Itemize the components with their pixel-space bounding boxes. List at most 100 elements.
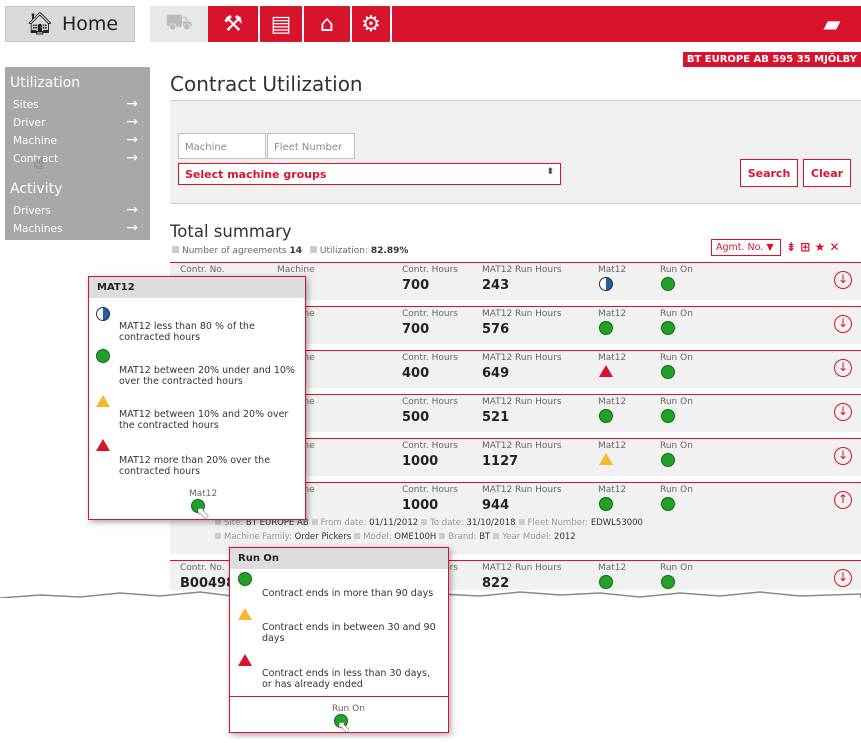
arrow-right-icon: →	[126, 202, 138, 218]
green-circle-icon[interactable]	[661, 321, 675, 335]
house-settings-icon[interactable]: ⌂	[304, 6, 350, 42]
pointer-cursor-icon: ⬉	[196, 503, 210, 522]
green-circle-icon[interactable]	[661, 409, 675, 423]
contract-hours: 1000	[402, 454, 439, 469]
legend-entry: Contract ends in between 30 and 90 days	[262, 622, 436, 644]
runon-popup-footer: Run On	[332, 704, 365, 714]
legend-entry: MAT12 between 10% and 20% over the contr…	[119, 409, 289, 431]
filter-panel: Machine Fleet Number Select machine grou…	[170, 100, 861, 204]
half-circle-icon	[96, 307, 110, 321]
contract-hours: 400	[402, 366, 430, 381]
remove-filter-icon[interactable]: ✕	[829, 240, 839, 254]
mat12-legend-popup: MAT12 MAT12 less than 80 % of the contra…	[88, 276, 306, 520]
sidebar-item-contract[interactable]: Contract →	[13, 151, 138, 165]
sidebar-item-drivers[interactable]: Drivers →	[13, 202, 138, 218]
home-icon: 🏠︎	[26, 11, 54, 37]
mat12-run-hours: 243	[482, 278, 510, 293]
red-triangle-icon[interactable]	[599, 365, 613, 377]
half-circle-icon[interactable]	[599, 277, 613, 291]
expand-icon[interactable]: ↓	[834, 271, 852, 289]
mat12-run-hours: 649	[482, 366, 510, 381]
mat12-popup-footer: Mat12	[189, 489, 218, 499]
col-label-run-on: Run On	[660, 353, 693, 363]
contract-hours: 700	[402, 322, 430, 337]
col-label-mat12-hours: MAT12 Run Hours	[482, 485, 562, 495]
green-circle-icon[interactable]	[661, 497, 675, 511]
legend-entry: MAT12 more than 20% over the contracted …	[119, 455, 271, 477]
col-label-run-on: Run On	[660, 309, 693, 319]
yellow-triangle-icon[interactable]	[599, 453, 613, 465]
home-button[interactable]: 🏠︎ Home	[5, 6, 135, 42]
green-circle-icon[interactable]	[661, 365, 675, 379]
add-icon[interactable]: ⊞	[800, 240, 810, 254]
sidebar-section-activity: Activity	[10, 181, 63, 197]
col-label-contr-hours: Contr. Hours	[402, 485, 458, 495]
legend-entry: MAT12 between 20% under and 10% over the…	[119, 365, 295, 387]
sidebar-item-driver[interactable]: Driver →	[13, 114, 138, 130]
col-label-contr-hours: Contr. Hours	[402, 441, 458, 451]
star-icon[interactable]: ★	[815, 240, 826, 254]
mat12-run-hours: 1127	[482, 454, 519, 469]
col-label-mat12: Mat12	[598, 485, 627, 495]
red-triangle-icon	[238, 654, 252, 666]
green-circle-icon	[238, 572, 252, 586]
search-button[interactable]: Search	[740, 159, 798, 187]
col-label-mat12: Mat12	[598, 353, 627, 363]
machine-groups-select[interactable]: Select machine groups ⬍	[178, 163, 561, 185]
mat12-popup-title: MAT12	[89, 277, 305, 298]
col-label-contr-no: Contr. No.	[180, 265, 225, 275]
runon-legend-popup: Run On Contract ends in more than 90 day…	[229, 547, 449, 733]
truck-tools-icon[interactable]: ⚒	[208, 6, 258, 42]
col-label-mat12: Mat12	[598, 265, 627, 275]
pointer-cursor-icon: ⬉	[337, 717, 351, 736]
legend-entry: Contract ends in more than 90 days	[262, 588, 434, 599]
green-circle-icon[interactable]	[599, 497, 613, 511]
hand-cursor-icon: ☝	[34, 153, 44, 172]
col-label-contr-hours: Contr. Hours	[402, 265, 458, 275]
expand-icon[interactable]: ↓	[834, 403, 852, 421]
arrow-right-icon: →	[126, 114, 138, 130]
yellow-triangle-icon	[238, 608, 252, 620]
gears-icon[interactable]: ⚙	[352, 6, 390, 42]
runon-popup-title: Run On	[230, 548, 448, 569]
expand-icon[interactable]: ↓	[834, 315, 852, 333]
page-title: Contract Utilization	[170, 72, 363, 96]
col-label-mat12-hours: MAT12 Run Hours	[482, 563, 562, 573]
red-triangle-icon	[96, 439, 110, 451]
contract-hours: 700	[402, 278, 430, 293]
green-circle-icon[interactable]	[599, 409, 613, 423]
contract-hours: 1000	[402, 498, 439, 513]
green-circle-icon[interactable]	[661, 277, 675, 291]
green-circle-icon	[96, 349, 110, 363]
document-icon[interactable]: ▤	[260, 6, 302, 42]
sidebar-item-sites[interactable]: Sites →	[13, 97, 138, 111]
sidebar-item-machine[interactable]: Machine →	[13, 133, 138, 147]
col-label-run-on: Run On	[660, 563, 693, 573]
col-label-run-on: Run On	[660, 485, 693, 495]
contract-hours: 500	[402, 410, 430, 425]
fleet-number-input[interactable]: Fleet Number	[267, 133, 355, 159]
green-circle-icon[interactable]	[599, 321, 613, 335]
col-label-mat12-hours: MAT12 Run Hours	[482, 353, 562, 363]
expand-icon[interactable]: ↓	[834, 447, 852, 465]
folder-star-icon[interactable]: ▰	[817, 6, 847, 42]
col-label-mat12-hours: MAT12 Run Hours	[482, 265, 562, 275]
list-tools: ⇟ ⊞ ★ ✕	[786, 240, 840, 254]
collapse-icon[interactable]: ↑	[834, 491, 852, 509]
col-label-mat12-hours: MAT12 Run Hours	[482, 397, 562, 407]
col-label-mat12: Mat12	[598, 563, 627, 573]
summary-stats: Number of agreements 14 Utilization: 82.…	[172, 246, 408, 256]
sort-select[interactable]: Agmt. No. ▼	[711, 239, 781, 256]
clear-button[interactable]: Clear	[803, 159, 851, 187]
col-label-machine: Machine	[277, 265, 315, 275]
sort-icon[interactable]: ⇟	[786, 240, 796, 254]
company-badge: BT EUROPE AB 595 35 MJÖLBY	[682, 52, 861, 67]
col-label-run-on: Run On	[660, 441, 693, 451]
sidebar: Utilization Sites → Driver → Machine → Cont…	[5, 67, 150, 240]
col-label-run-on: Run On	[660, 397, 693, 407]
green-circle-icon[interactable]	[661, 453, 675, 467]
sidebar-item-machines[interactable]: Machines →	[13, 221, 138, 235]
machine-input[interactable]: Machine	[178, 133, 266, 159]
forklift-icon[interactable]: ⛟	[150, 6, 208, 42]
expand-icon[interactable]: ↓	[834, 359, 852, 377]
